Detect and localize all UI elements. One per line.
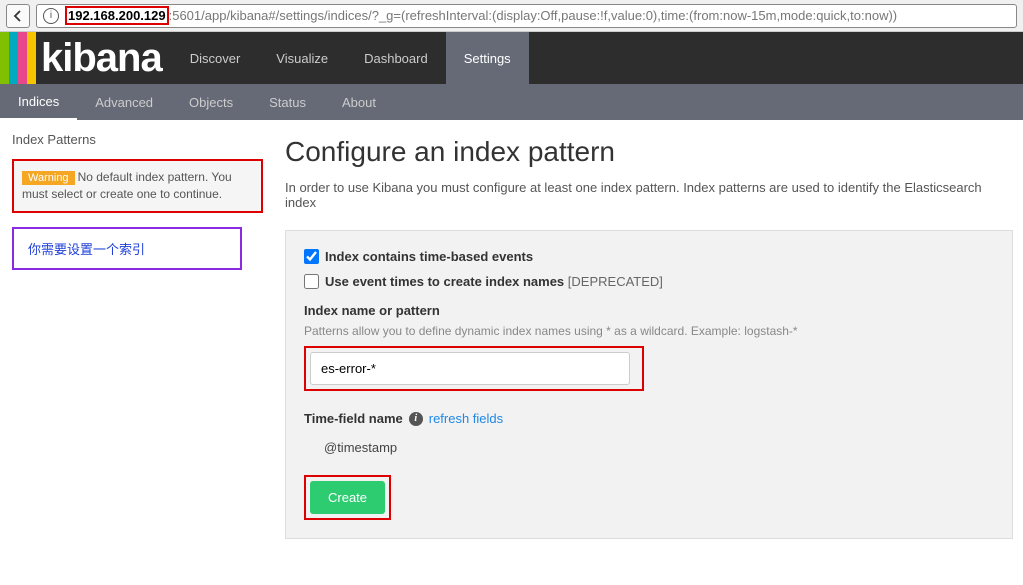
logo-stripes bbox=[0, 32, 36, 84]
create-button[interactable]: Create bbox=[310, 481, 385, 514]
url-ip: 192.168.200.129 bbox=[65, 6, 169, 25]
subnav-objects[interactable]: Objects bbox=[171, 84, 251, 120]
timefield-label: Time-field name bbox=[304, 411, 403, 426]
warning-badge: Warning bbox=[22, 171, 75, 185]
subnav-indices[interactable]: Indices bbox=[0, 84, 77, 120]
subnav-advanced[interactable]: Advanced bbox=[77, 84, 171, 120]
index-name-label: Index name or pattern bbox=[304, 303, 994, 318]
browser-url-bar[interactable]: i 192.168.200.129:5601/app/kibana#/setti… bbox=[36, 4, 1017, 28]
timefield-value[interactable]: @timestamp bbox=[304, 432, 994, 463]
subnav-about[interactable]: About bbox=[324, 84, 394, 120]
index-name-input[interactable] bbox=[310, 352, 630, 385]
form-panel: Index contains time-based events Use eve… bbox=[285, 230, 1013, 539]
info-icon: i bbox=[43, 8, 59, 24]
nav-discover[interactable]: Discover bbox=[172, 32, 259, 84]
url-port: :5601 bbox=[169, 8, 202, 23]
page-description: In order to use Kibana you must configur… bbox=[285, 180, 1013, 210]
checkbox-event-times[interactable]: Use event times to create index names [D… bbox=[304, 274, 994, 289]
checkbox-time-based[interactable]: Index contains time-based events bbox=[304, 249, 994, 264]
checkbox-event-times-label: Use event times to create index names bbox=[325, 274, 564, 289]
checkbox-time-based-input[interactable] bbox=[304, 249, 319, 264]
deprecated-tag: [DEPRECATED] bbox=[568, 274, 663, 289]
nav-settings[interactable]: Settings bbox=[446, 32, 529, 84]
subnav-status[interactable]: Status bbox=[251, 84, 324, 120]
logo-text: kibana bbox=[36, 32, 172, 84]
refresh-fields-link[interactable]: refresh fields bbox=[429, 411, 503, 426]
nav-visualize[interactable]: Visualize bbox=[258, 32, 346, 84]
sidebar-heading: Index Patterns bbox=[12, 132, 263, 147]
checkbox-time-based-label: Index contains time-based events bbox=[325, 249, 533, 264]
nav-dashboard[interactable]: Dashboard bbox=[346, 32, 446, 84]
annotation-box: 你需要设置一个索引 bbox=[12, 227, 242, 270]
index-name-hint: Patterns allow you to define dynamic ind… bbox=[304, 324, 994, 338]
page-title: Configure an index pattern bbox=[285, 136, 1013, 168]
info-icon[interactable]: i bbox=[409, 412, 423, 426]
url-path: /app/kibana#/settings/indices/?_g=(refre… bbox=[201, 8, 897, 23]
warning-box: WarningNo default index pattern. You mus… bbox=[12, 159, 263, 213]
checkbox-event-times-input[interactable] bbox=[304, 274, 319, 289]
browser-back-button[interactable] bbox=[6, 4, 30, 28]
